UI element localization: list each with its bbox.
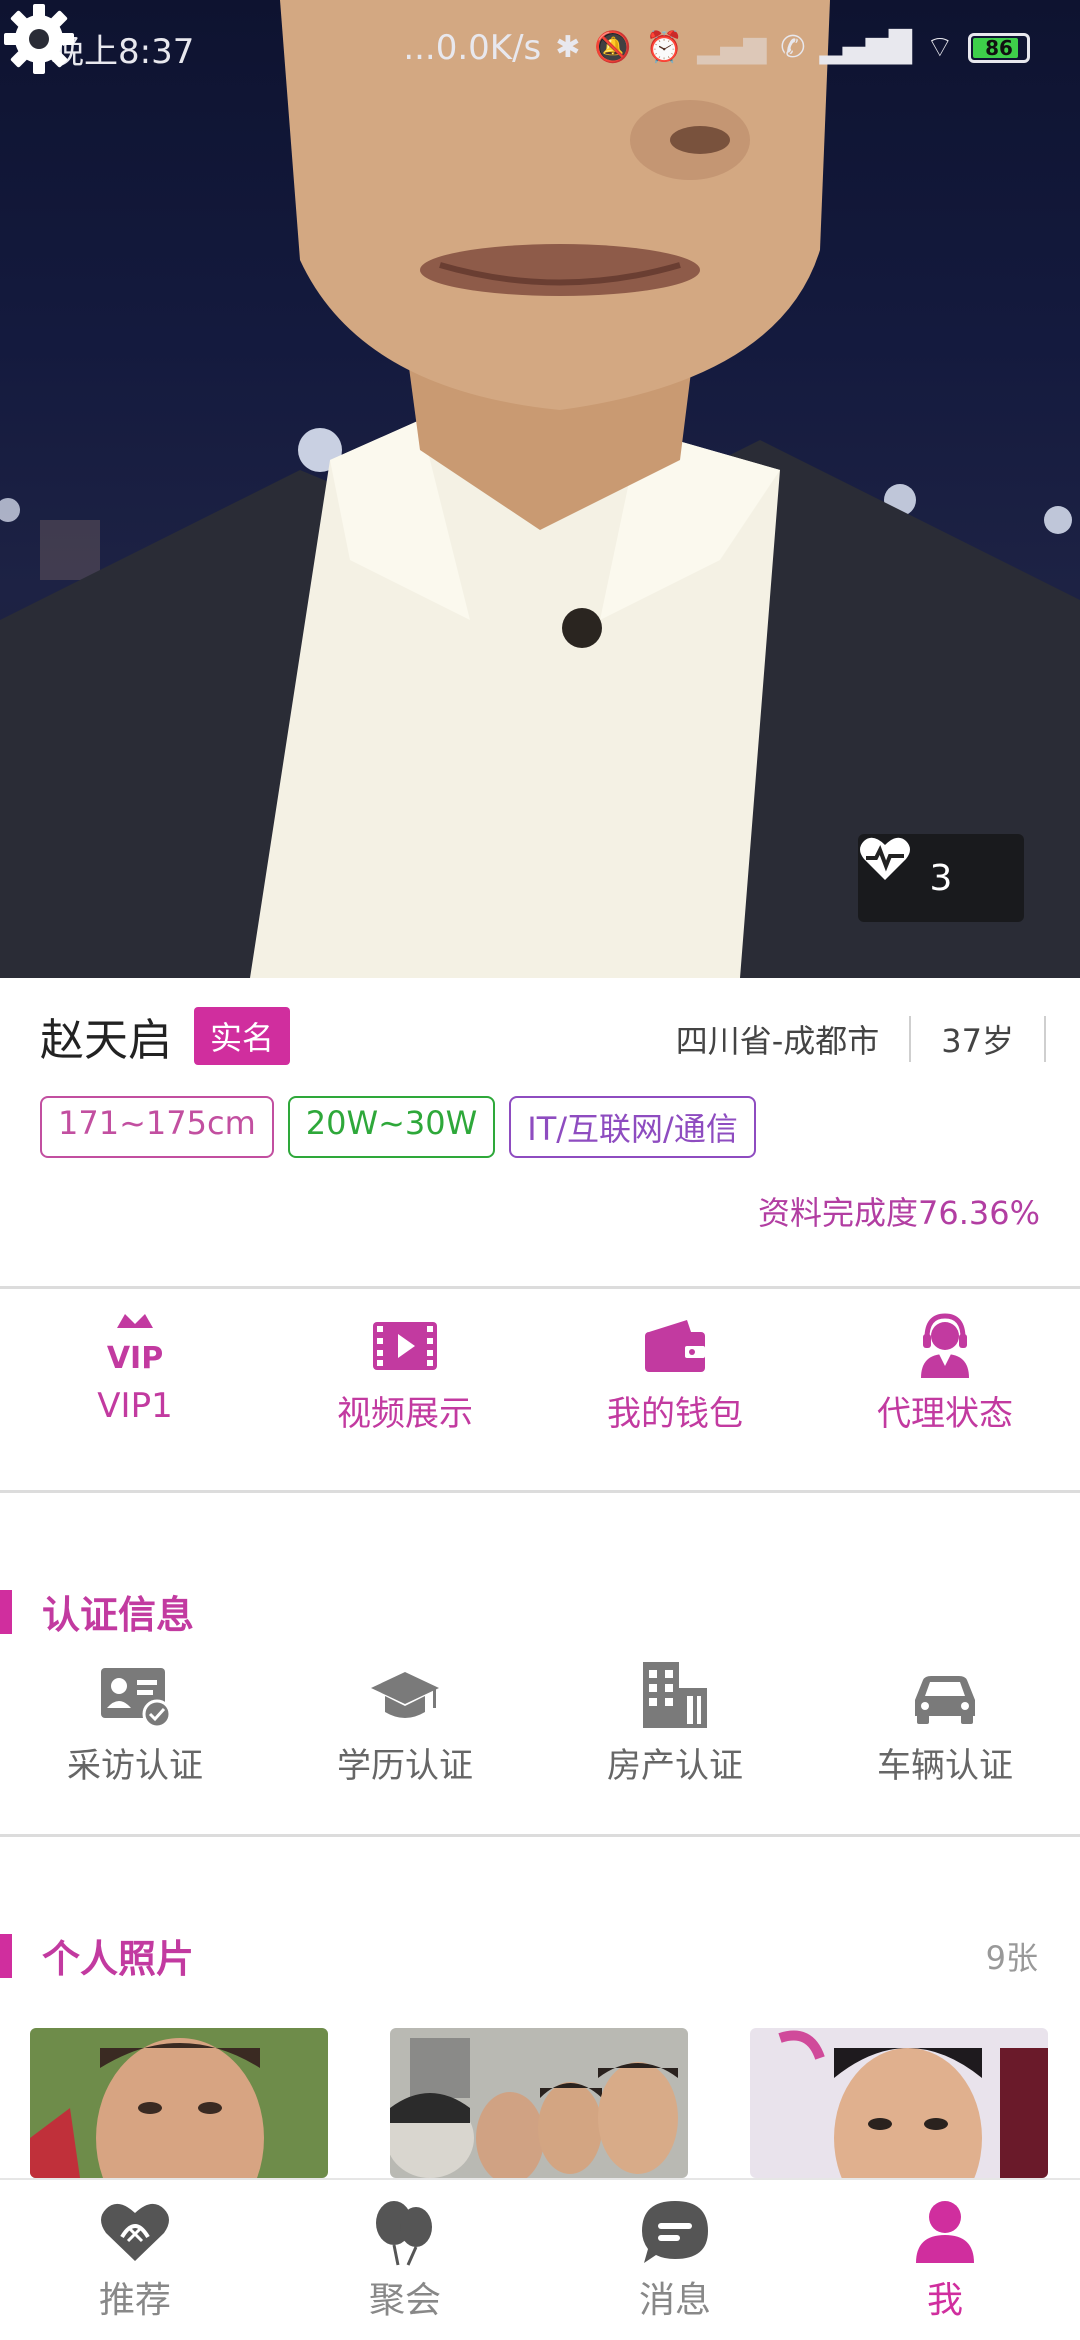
- status-bar: 晚上8:37 ...0.0K/s ✱ 🔕 ⏰ ▂▄▆ ✆ ▂▄▆█ ⌔ 86: [0, 0, 1080, 96]
- signal-icon: ▂▄▆: [697, 30, 767, 65]
- like-counter[interactable]: 3: [858, 834, 1024, 922]
- cert-label: 车辆认证: [877, 1746, 1013, 1786]
- heart-recommend-icon: [101, 2203, 169, 2261]
- profile-location: 四川省-成都市: [675, 1022, 880, 1060]
- section-marker: [0, 1589, 12, 1634]
- id-card-check-icon: [101, 1668, 172, 1729]
- balloons-icon: [376, 2201, 432, 2266]
- photo-thumbnail-image: [30, 2028, 328, 2178]
- name-row: 赵天启 实名: [40, 1004, 291, 1068]
- nav-tab-messages[interactable]: 消息: [540, 2180, 810, 2340]
- divider: [0, 1834, 1080, 1837]
- photo-thumbnail-image: [750, 2028, 1048, 2178]
- bluetooth-icon: ✱: [555, 30, 581, 65]
- heartbeat-icon: [860, 837, 910, 880]
- mute-bell-icon: 🔕: [594, 30, 632, 65]
- income-tag: 20W~30W: [287, 1096, 496, 1158]
- property-cert-button[interactable]: 房产认证: [540, 1660, 810, 1787]
- nav-tab-party[interactable]: 聚会: [270, 2180, 540, 2340]
- action-label: 我的钱包: [607, 1394, 743, 1434]
- battery-icon: 86: [968, 33, 1030, 63]
- nav-label: 消息: [638, 2280, 711, 2321]
- bottom-navigation: 推荐 聚会 消息 我: [0, 2178, 1080, 2340]
- section-marker: [0, 1933, 12, 1978]
- action-label: 代理状态: [877, 1394, 1013, 1434]
- wallet-button[interactable]: 我的钱包: [540, 1310, 810, 1435]
- industry-tag: IT/互联网/通信: [509, 1096, 756, 1158]
- photo-thumbnail-image: [390, 2028, 688, 2178]
- vip-crown-icon: VIP: [107, 1314, 163, 1376]
- photos-title: 个人照片: [42, 1937, 195, 1981]
- agent-headset-icon: [921, 1313, 969, 1378]
- building-icon: [643, 1662, 707, 1728]
- photo-thumbnail[interactable]: [750, 2028, 1048, 2178]
- vip-button[interactable]: VIP VIP1: [0, 1310, 270, 1435]
- nav-tab-recommend[interactable]: 推荐: [0, 2180, 270, 2340]
- vehicle-cert-button[interactable]: 车辆认证: [810, 1660, 1080, 1787]
- cert-label: 学历认证: [337, 1746, 473, 1786]
- profile-name: 赵天启: [40, 1015, 172, 1066]
- cover-photo-illustration: [0, 0, 1080, 978]
- divider: [0, 1490, 1080, 1493]
- profile-cover-photo[interactable]: 晚上8:37 ...0.0K/s ✱ 🔕 ⏰ ▂▄▆ ✆ ▂▄▆█ ⌔ 86 3: [0, 0, 1080, 978]
- video-film-icon: [373, 1322, 437, 1370]
- education-cert-button[interactable]: 学历认证: [270, 1660, 540, 1787]
- no-call-icon: ✆: [780, 30, 806, 65]
- photo-thumbnail[interactable]: [390, 2028, 688, 2178]
- photo-strip: [30, 2028, 1060, 2178]
- certification-header: 认证信息: [0, 1584, 1080, 1639]
- quick-actions: VIP VIP1 视频展示 我的钱包 代理状态: [0, 1310, 1080, 1435]
- profile-age: 37岁: [941, 1022, 1014, 1060]
- graduation-cap-icon: [371, 1672, 439, 1718]
- photos-header: 个人照片 9张: [0, 1928, 1080, 1983]
- action-label: 视频展示: [337, 1394, 473, 1434]
- wallet-icon: [645, 1320, 705, 1372]
- nav-tab-me[interactable]: 我: [810, 2180, 1080, 2340]
- wifi-icon: ⌔: [925, 30, 954, 65]
- certification-title: 认证信息: [42, 1593, 195, 1637]
- interview-cert-button[interactable]: 采访认证: [0, 1660, 270, 1787]
- status-indicators: ...0.0K/s ✱ 🔕 ⏰ ▂▄▆ ✆ ▂▄▆█ ⌔ 86: [403, 28, 1030, 68]
- chat-bubble-icon: [642, 2201, 708, 2263]
- svg-text:VIP: VIP: [107, 1341, 163, 1376]
- separator: [909, 1016, 912, 1062]
- profile-tags: 171~175cm 20W~30W IT/互联网/通信: [40, 1096, 756, 1158]
- cert-label: 采访认证: [67, 1746, 203, 1786]
- gear-icon[interactable]: [0, 0, 78, 78]
- video-showcase-button[interactable]: 视频展示: [270, 1310, 540, 1435]
- photos-count[interactable]: 9张: [986, 1933, 1038, 1979]
- photo-thumbnail[interactable]: [30, 2028, 328, 2178]
- real-name-badge: 实名: [194, 1007, 291, 1065]
- location-age-row: 四川省-成都市 37岁: [676, 1016, 1046, 1062]
- action-label: VIP1: [97, 1386, 173, 1426]
- certification-list: 采访认证 学历认证 房产认证 车辆认证: [0, 1660, 1080, 1787]
- person-icon: [916, 2201, 974, 2263]
- nav-label: 我: [926, 2280, 963, 2321]
- car-icon: [915, 1676, 975, 1724]
- alarm-icon: ⏰: [645, 30, 684, 65]
- net-speed: ...0.0K/s: [403, 28, 542, 68]
- battery-level: 86: [985, 36, 1013, 60]
- height-tag: 171~175cm: [40, 1096, 274, 1158]
- separator: [1044, 1016, 1046, 1062]
- signal-bars-icon: ▂▄▆█: [819, 30, 912, 65]
- cert-label: 房产认证: [607, 1746, 743, 1786]
- nav-label: 聚会: [368, 2280, 441, 2321]
- likes-count: 3: [929, 857, 953, 899]
- nav-label: 推荐: [98, 2280, 171, 2321]
- divider: [0, 1286, 1080, 1289]
- profile-completeness[interactable]: 资料完成度76.36%: [758, 1188, 1040, 1234]
- agent-status-button[interactable]: 代理状态: [810, 1310, 1080, 1435]
